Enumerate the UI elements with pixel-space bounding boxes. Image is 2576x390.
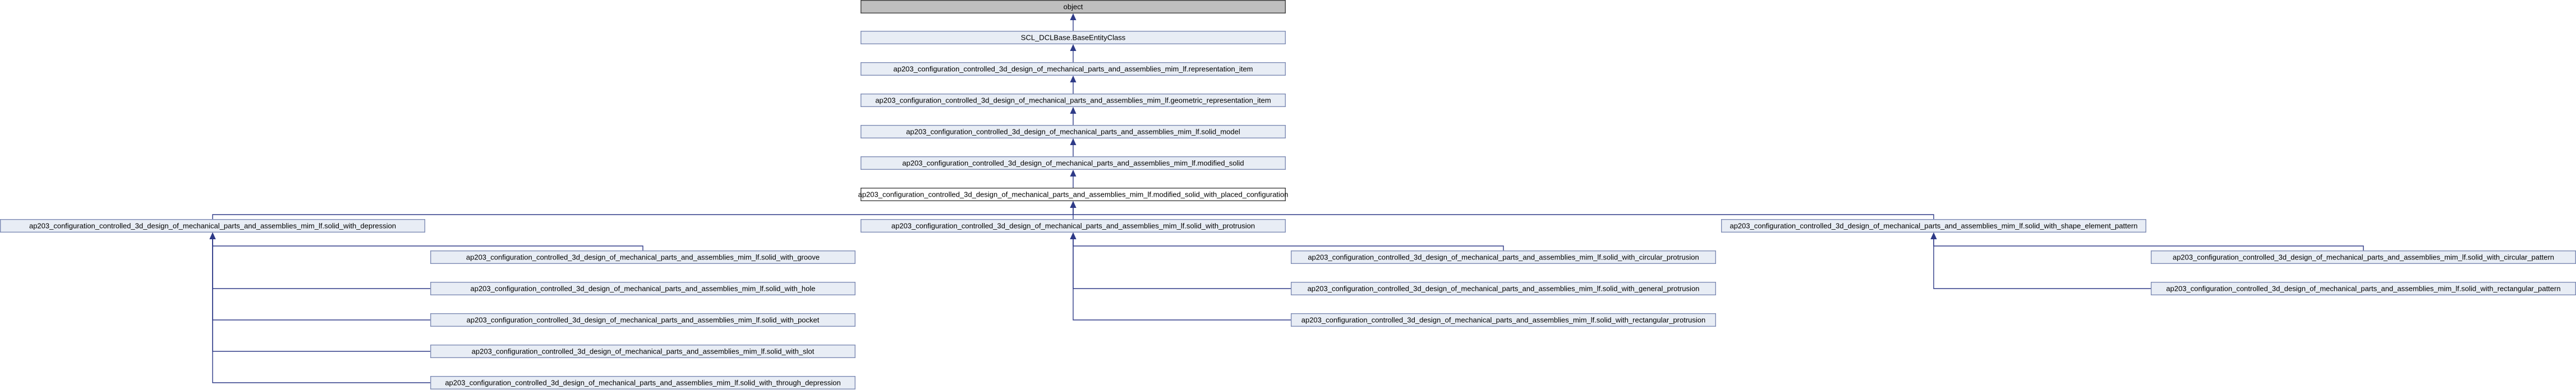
- class-node-label: ap203_configuration_controlled_3d_design…: [893, 65, 1253, 73]
- class-node-label: ap203_configuration_controlled_3d_design…: [472, 347, 815, 356]
- class-node-geometric-representation-item[interactable]: ap203_configuration_controlled_3d_design…: [860, 93, 1286, 107]
- inheritance-edge: [213, 233, 430, 289]
- class-node-solid-with-depression[interactable]: ap203_configuration_controlled_3d_design…: [0, 219, 425, 233]
- inheritance-edge: [213, 233, 643, 250]
- inheritance-edge: [213, 233, 430, 383]
- class-node-modified-solid[interactable]: ap203_configuration_controlled_3d_design…: [860, 156, 1286, 170]
- class-node-solid-with-circular-protrusion[interactable]: ap203_configuration_controlled_3d_design…: [1290, 250, 1716, 264]
- class-node-solid-with-hole[interactable]: ap203_configuration_controlled_3d_design…: [430, 282, 855, 296]
- inheritance-edge: [212, 202, 1073, 219]
- class-node-label: ap203_configuration_controlled_3d_design…: [2173, 253, 2554, 262]
- class-node-label: ap203_configuration_controlled_3d_design…: [466, 253, 820, 262]
- class-node-solid-with-pocket[interactable]: ap203_configuration_controlled_3d_design…: [430, 313, 855, 327]
- class-node-label: ap203_configuration_controlled_3d_design…: [467, 316, 820, 324]
- inheritance-edge: [1934, 233, 2364, 250]
- class-node-label: ap203_configuration_controlled_3d_design…: [29, 222, 396, 230]
- class-node-modified-solid-with-placed-configuration[interactable]: ap203_configuration_controlled_3d_design…: [858, 188, 1289, 202]
- class-node-label: ap203_configuration_controlled_3d_design…: [891, 222, 1255, 230]
- class-node-solid-with-circular-pattern[interactable]: ap203_configuration_controlled_3d_design…: [2150, 250, 2576, 264]
- inheritance-edge: [1073, 202, 1934, 219]
- class-node-label: ap203_configuration_controlled_3d_design…: [902, 159, 1244, 168]
- inheritance-edge: [1073, 233, 1291, 289]
- inheritance-diagram: object SCL_DCLBase.BaseEntityClass ap203…: [0, 0, 2576, 390]
- class-node-label: ap203_configuration_controlled_3d_design…: [445, 379, 840, 387]
- class-node-label: ap203_configuration_controlled_3d_design…: [470, 285, 815, 293]
- class-node-label: object: [1064, 3, 1083, 11]
- inheritance-edge: [213, 233, 430, 352]
- class-node-solid-with-protrusion[interactable]: ap203_configuration_controlled_3d_design…: [860, 219, 1286, 233]
- class-node-label: ap203_configuration_controlled_3d_design…: [2166, 285, 2560, 293]
- class-node-solid-with-shape-element-pattern[interactable]: ap203_configuration_controlled_3d_design…: [1721, 219, 2146, 233]
- class-node-label: SCL_DCLBase.BaseEntityClass: [1021, 34, 1126, 42]
- inheritance-edge: [1934, 233, 2151, 289]
- class-node-label: ap203_configuration_controlled_3d_design…: [906, 128, 1240, 136]
- class-node-label: ap203_configuration_controlled_3d_design…: [1729, 222, 2137, 230]
- class-node-object[interactable]: object: [860, 0, 1286, 14]
- class-node-representation-item[interactable]: ap203_configuration_controlled_3d_design…: [860, 62, 1286, 76]
- class-node-label: ap203_configuration_controlled_3d_design…: [1308, 285, 1700, 293]
- class-node-solid-with-slot[interactable]: ap203_configuration_controlled_3d_design…: [430, 345, 855, 359]
- class-node-label: ap203_configuration_controlled_3d_design…: [1301, 316, 1706, 324]
- class-node-solid-with-general-protrusion[interactable]: ap203_configuration_controlled_3d_design…: [1290, 282, 1716, 296]
- inheritance-edge: [1073, 233, 1504, 250]
- class-node-label: ap203_configuration_controlled_3d_design…: [875, 96, 1271, 105]
- class-node-label: ap203_configuration_controlled_3d_design…: [1308, 253, 1699, 262]
- class-node-solid-with-groove[interactable]: ap203_configuration_controlled_3d_design…: [430, 250, 855, 264]
- class-node-solid-with-rectangular-pattern[interactable]: ap203_configuration_controlled_3d_design…: [2150, 282, 2576, 296]
- class-node-solid-with-rectangular-protrusion[interactable]: ap203_configuration_controlled_3d_design…: [1290, 313, 1716, 327]
- class-node-label: ap203_configuration_controlled_3d_design…: [858, 191, 1289, 199]
- class-node-solid-model[interactable]: ap203_configuration_controlled_3d_design…: [860, 124, 1286, 138]
- class-node-base-entity[interactable]: SCL_DCLBase.BaseEntityClass: [860, 31, 1286, 45]
- class-nodes: object SCL_DCLBase.BaseEntityClass ap203…: [0, 0, 2576, 390]
- class-node-solid-with-through-depression[interactable]: ap203_configuration_controlled_3d_design…: [430, 376, 855, 390]
